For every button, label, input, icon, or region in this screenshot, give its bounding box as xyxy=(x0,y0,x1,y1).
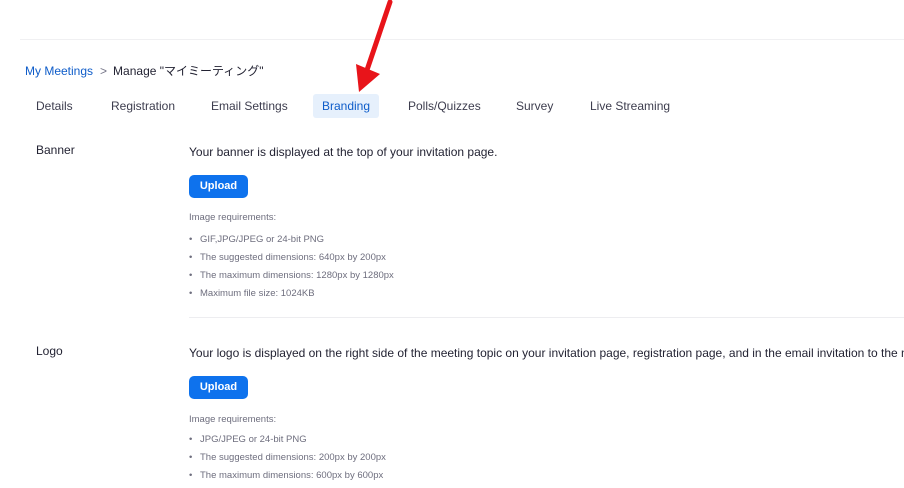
banner-requirement-maximum: The maximum dimensions: 1280px by 1280px xyxy=(200,270,394,281)
tab-survey[interactable]: Survey xyxy=(516,94,553,118)
breadcrumb-my-meetings-link[interactable]: My Meetings xyxy=(25,64,93,78)
section-divider xyxy=(189,317,904,318)
banner-description: Your banner is displayed at the top of y… xyxy=(189,145,498,159)
bullet-icon: • xyxy=(189,252,193,263)
banner-requirement-filesize: Maximum file size: 1024KB xyxy=(200,288,315,299)
tab-live-streaming[interactable]: Live Streaming xyxy=(590,94,670,118)
logo-description: Your logo is displayed on the right side… xyxy=(189,346,904,360)
banner-upload-button[interactable]: Upload xyxy=(189,175,248,198)
banner-section-label: Banner xyxy=(36,143,75,157)
logo-requirement-suggested: The suggested dimensions: 200px by 200px xyxy=(200,452,386,463)
tab-email-settings[interactable]: Email Settings xyxy=(211,94,288,118)
list-item: • Maximum file size: 1024KB xyxy=(189,285,394,303)
breadcrumb-separator-icon: > xyxy=(100,63,108,78)
red-arrow-icon xyxy=(356,0,393,92)
arrow-shaft xyxy=(364,0,393,73)
tab-details[interactable]: Details xyxy=(36,94,73,118)
top-divider xyxy=(20,39,904,40)
bullet-icon: • xyxy=(189,270,193,281)
list-item: • The suggested dimensions: 200px by 200p… xyxy=(189,449,386,467)
bullet-icon: • xyxy=(189,470,193,481)
banner-requirement-format: GIF,JPG/JPEG or 24-bit PNG xyxy=(200,234,325,245)
list-item: • GIF,JPG/JPEG or 24-bit PNG xyxy=(189,231,394,249)
logo-requirements-title: Image requirements: xyxy=(189,414,277,425)
logo-requirement-format: JPG/JPEG or 24-bit PNG xyxy=(200,434,307,445)
tab-bar: Details Registration Email Settings Bran… xyxy=(0,94,904,118)
banner-requirements-list: • GIF,JPG/JPEG or 24-bit PNG • The suggest… xyxy=(189,231,394,303)
tab-polls-quizzes[interactable]: Polls/Quizzes xyxy=(408,94,481,118)
logo-section-label: Logo xyxy=(36,344,63,358)
list-item: • The maximum dimensions: 1280px by 1280p… xyxy=(189,267,394,285)
list-item: • The suggested dimensions: 640px by 200p… xyxy=(189,249,394,267)
banner-requirements-title: Image requirements: xyxy=(189,212,277,223)
bullet-icon: • xyxy=(189,452,193,463)
logo-requirement-maximum: The maximum dimensions: 600px by 600px xyxy=(200,470,384,481)
tab-registration[interactable]: Registration xyxy=(111,94,175,118)
logo-requirements-list: • JPG/JPEG or 24-bit PNG • The suggested d… xyxy=(189,431,386,485)
bullet-icon: • xyxy=(189,234,193,245)
breadcrumb: My Meetings > Manage "マイミーティング" xyxy=(25,62,264,79)
bullet-icon: • xyxy=(189,434,193,445)
logo-upload-button[interactable]: Upload xyxy=(189,376,248,399)
list-item: • JPG/JPEG or 24-bit PNG xyxy=(189,431,386,449)
list-item: • The maximum dimensions: 600px by 600px xyxy=(189,467,386,485)
banner-requirement-suggested: The suggested dimensions: 640px by 200px xyxy=(200,252,386,263)
breadcrumb-current: Manage "マイミーティング" xyxy=(113,64,264,78)
bullet-icon: • xyxy=(189,288,193,299)
